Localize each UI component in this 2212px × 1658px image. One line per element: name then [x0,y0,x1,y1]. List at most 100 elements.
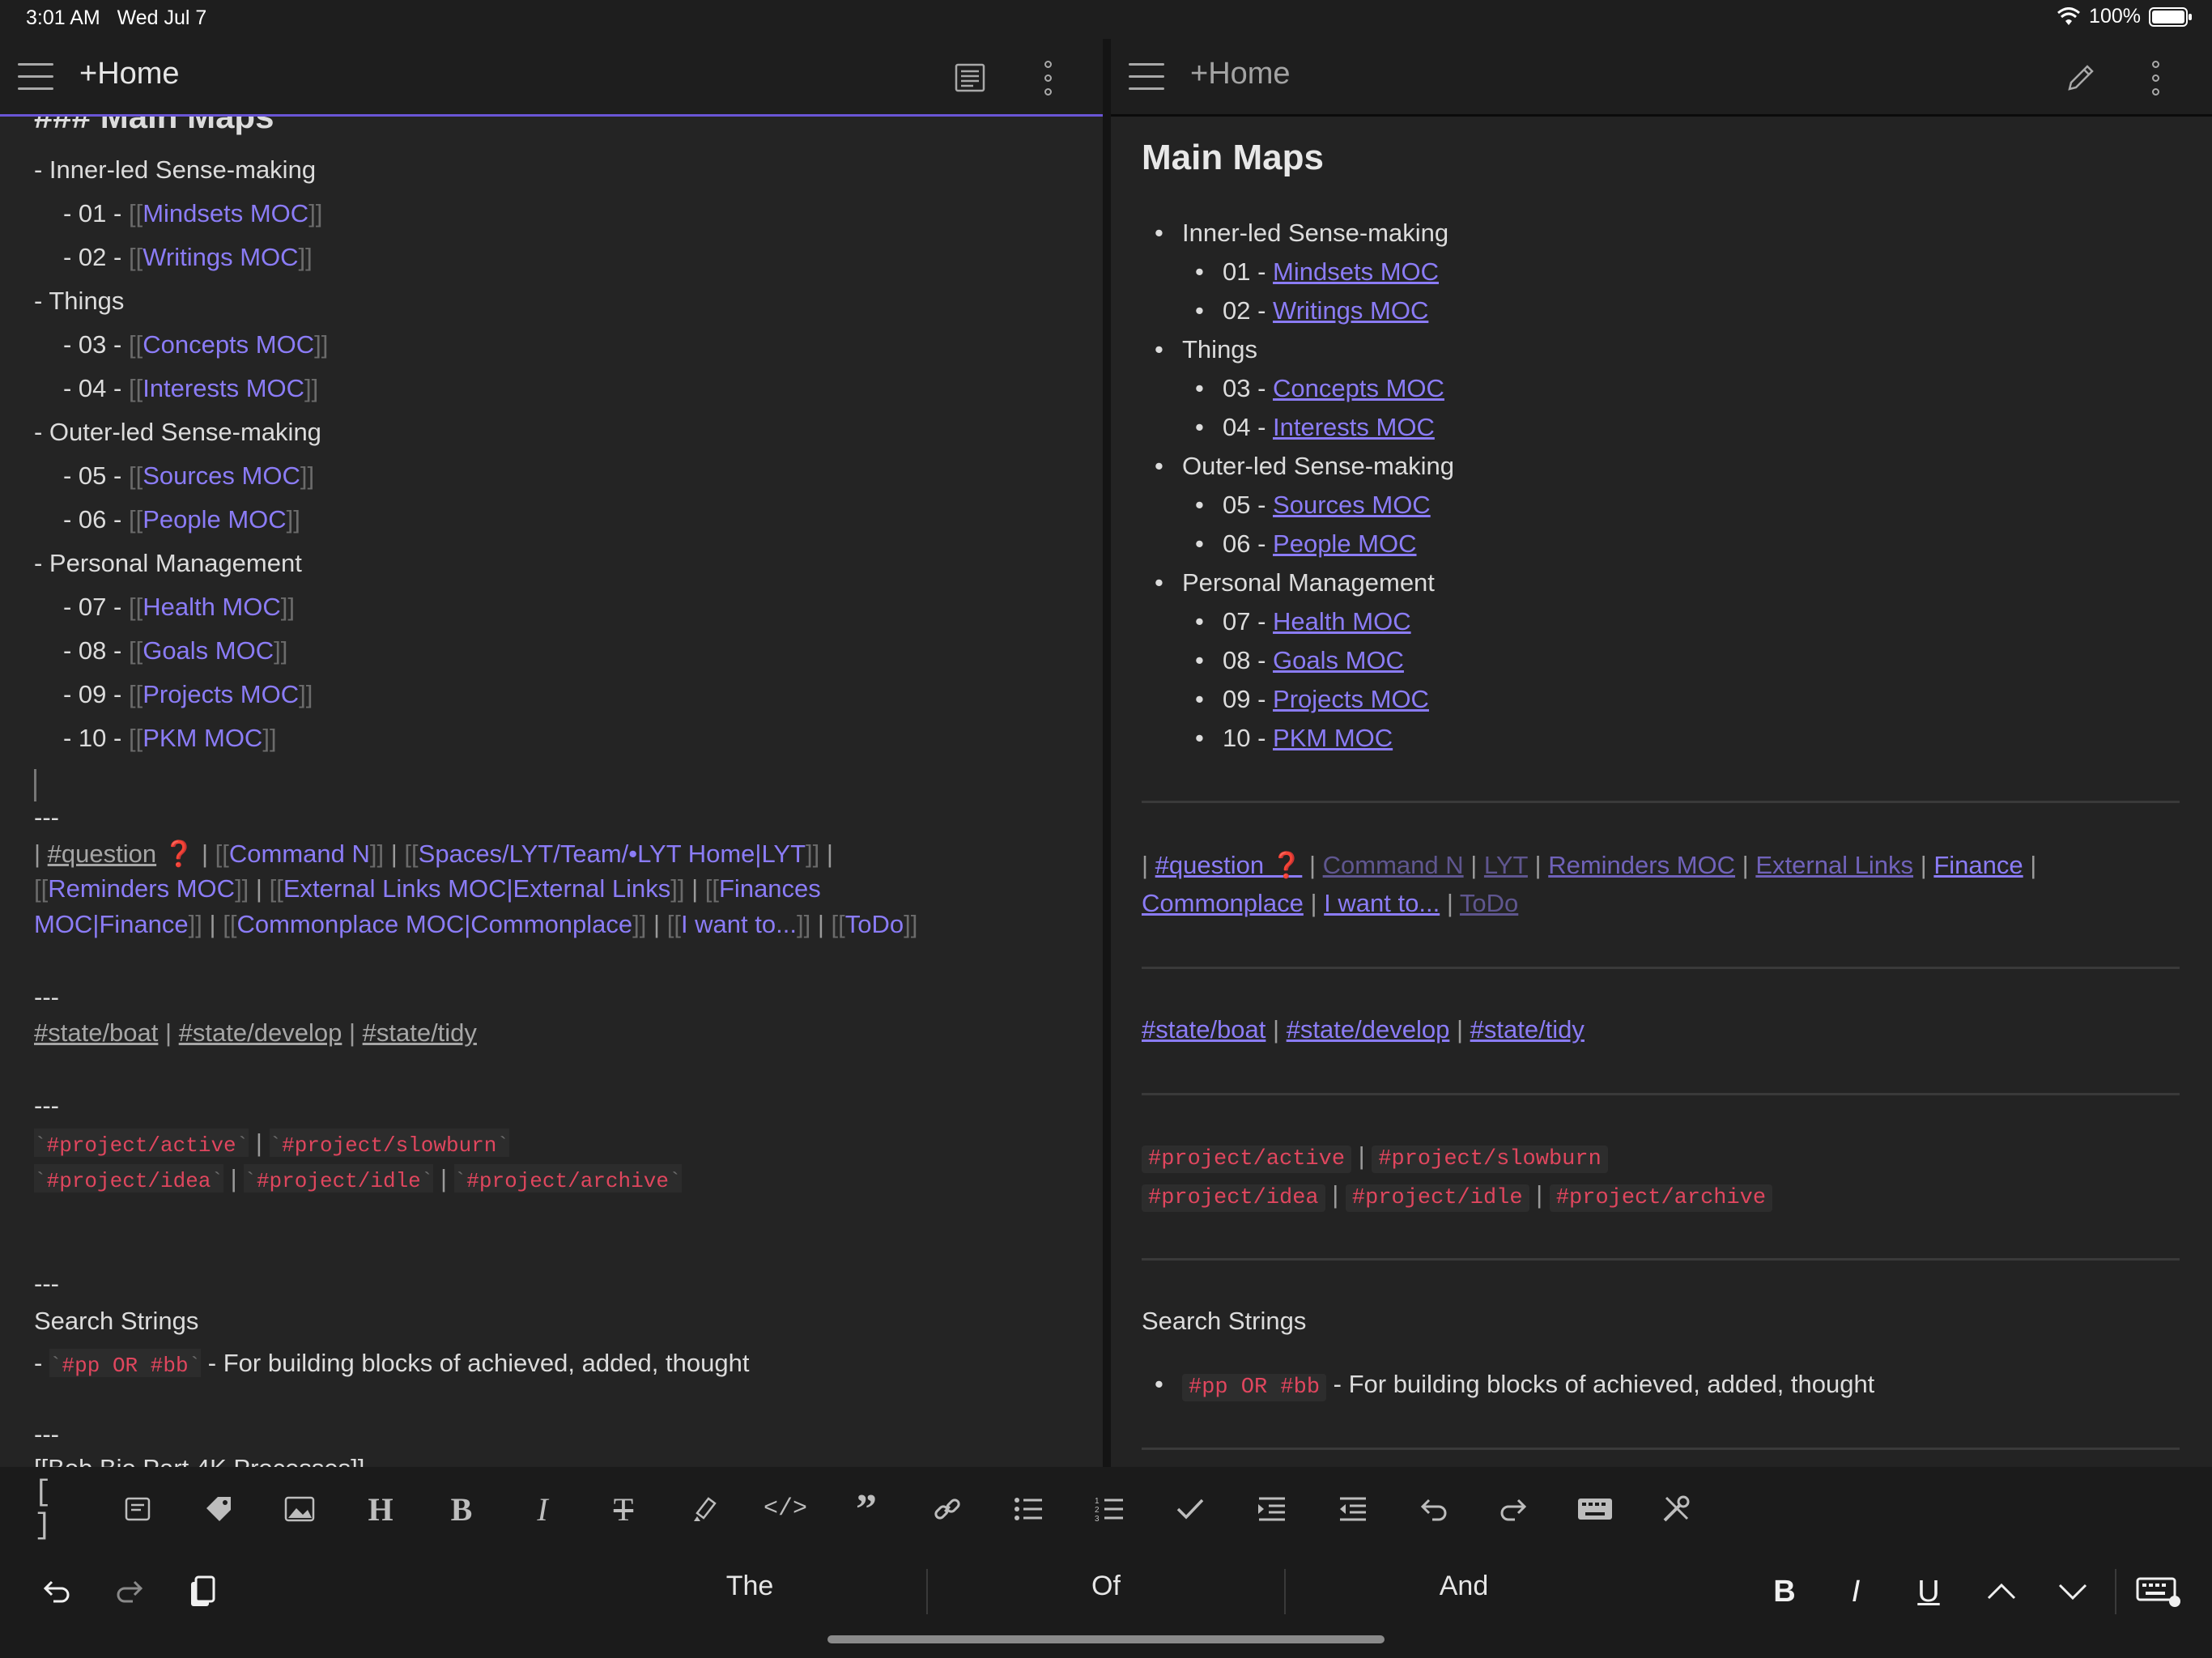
suggestion-2[interactable]: Of [928,1571,1284,1602]
brackets-icon[interactable]: [ ] [34,1486,79,1532]
template-icon[interactable] [115,1486,160,1532]
outdent-icon[interactable] [1329,1486,1375,1532]
tag-link[interactable]: #state/boat [1142,1015,1266,1044]
wiki-link[interactable]: Finances [719,874,821,903]
internal-link[interactable]: Sources MOC [1273,491,1431,519]
tag-link[interactable]: #state/boat [34,1018,158,1047]
wiki-link[interactable]: ToDo [845,910,904,938]
numbered-list-icon[interactable]: 123 [1087,1486,1132,1532]
wiki-link[interactable]: People MOC [143,505,286,534]
undo-icon[interactable] [32,1567,81,1616]
internal-link[interactable]: ToDo [1460,889,1518,917]
wiki-link[interactable]: MOC|Finance [34,910,189,938]
wiki-link[interactable]: Projects MOC [143,680,299,708]
chevron-down-icon[interactable] [2048,1567,2097,1616]
wiki-link[interactable]: Concepts MOC [143,330,314,359]
internal-link[interactable]: Command N [1323,851,1464,879]
internal-link[interactable]: LYT [1484,851,1528,879]
status-bar: 3:01 AM Wed Jul 7 100% [0,0,2212,39]
wiki-link[interactable]: I want to... [681,910,797,938]
italic-icon[interactable]: I [520,1486,565,1532]
keyboard-icon[interactable] [1572,1486,1618,1532]
tag-link[interactable]: #state/develop [1287,1015,1450,1044]
redo-icon[interactable] [1491,1486,1537,1532]
keyboard-dismiss-icon[interactable] [2134,1567,2183,1616]
image-icon[interactable] [277,1486,322,1532]
list-item: 03 - Concepts MOC [1223,374,1444,403]
tag-icon[interactable] [196,1486,241,1532]
internal-link[interactable]: I want to... [1324,889,1440,917]
internal-link[interactable]: Reminders MOC [1548,851,1735,879]
bold-icon[interactable]: B [439,1486,484,1532]
undo-icon[interactable] [1410,1486,1456,1532]
chevron-up-icon[interactable] [1977,1567,2026,1616]
internal-link[interactable]: Commonplace [1142,889,1304,917]
wiki-link[interactable]: Reminders MOC [48,874,235,903]
preview-content[interactable]: Main Maps Inner-led Sense-making 01 - Mi… [1111,117,2212,1467]
list-item: 06 - People MOC [1223,529,1417,559]
tag-link[interactable]: #state/tidy [363,1018,477,1047]
more-options-icon[interactable] [1025,55,1070,100]
checkbox-icon[interactable] [1168,1486,1213,1532]
internal-link[interactable]: Finance [1933,851,2023,879]
internal-link[interactable]: Writings MOC [1273,296,1428,325]
internal-link[interactable]: Concepts MOC [1273,374,1444,402]
internal-link[interactable]: PKM MOC [1273,724,1393,752]
quote-icon[interactable]: ” [844,1486,889,1532]
tools-icon[interactable] [1653,1486,1699,1532]
internal-link[interactable]: Interests MOC [1273,413,1435,441]
suggestion-1[interactable]: The [572,1571,928,1602]
wiki-link[interactable]: Command N [229,840,370,868]
internal-link[interactable]: Goals MOC [1273,646,1404,674]
editor-content[interactable]: ### Main Maps - Inner-led Sense-making -… [0,117,1103,1467]
code-icon[interactable]: </> [763,1486,808,1532]
edit-pencil-icon[interactable] [2058,55,2104,100]
home-indicator[interactable] [827,1635,1385,1643]
redo-icon[interactable] [105,1567,154,1616]
pane-divider[interactable] [1103,39,1111,1467]
list-item: - 10 - [[PKM MOC]] [63,724,277,753]
menu-icon[interactable] [18,63,53,91]
nav-line: MOC|Finance]] | [[Commonplace MOC|Common… [34,910,917,939]
italic-icon[interactable]: I [1831,1567,1880,1616]
bulleted-list-icon[interactable] [1006,1486,1051,1532]
wiki-link[interactable]: PKM MOC [143,724,262,752]
tag-link[interactable]: #question [48,840,156,868]
wiki-link[interactable]: Writings MOC [143,243,298,271]
wiki-link[interactable]: Commonplace MOC|Commonplace [236,910,632,938]
tag-link[interactable]: #state/tidy [1470,1015,1585,1044]
wiki-link[interactable]: Sources MOC [143,461,300,490]
tag-link[interactable]: #state/develop [179,1018,342,1047]
more-options-icon[interactable] [2133,55,2178,100]
inline-code: #project/idea [47,1169,211,1193]
horizontal-rule-mark: --- [34,1420,59,1449]
indent-icon[interactable] [1249,1486,1294,1532]
highlight-icon[interactable] [682,1486,727,1532]
list-item: - 08 - [[Goals MOC]] [63,636,287,665]
internal-link[interactable]: Health MOC [1273,607,1411,636]
suggestion-3[interactable]: And [1286,1571,1642,1602]
internal-link[interactable]: External Links [1755,851,1913,879]
wiki-link[interactable]: Interests MOC [143,374,304,402]
tag-link[interactable]: #question ❓ [1155,851,1303,879]
underline-icon[interactable]: U [1904,1567,1953,1616]
wiki-link[interactable]: Goals MOC [143,636,274,665]
status-time: 3:01 AM Wed Jul 7 [26,6,206,30]
reading-view-icon[interactable] [947,55,993,100]
internal-link[interactable]: People MOC [1273,529,1416,558]
strikethrough-icon[interactable]: T [601,1486,646,1532]
link-icon[interactable] [925,1486,970,1532]
wiki-link[interactable]: [[Bob Bio Part 4K Processes]] [34,1454,364,1467]
internal-link[interactable]: Projects MOC [1273,685,1429,713]
clipboard-icon[interactable] [178,1567,227,1616]
internal-link[interactable]: Mindsets MOC [1273,257,1439,286]
bold-icon[interactable]: B [1760,1567,1809,1616]
state-tags: #state/boat | #state/develop | #state/ti… [34,1018,477,1048]
list-item: 04 - Interests MOC [1223,413,1435,442]
wiki-link[interactable]: Health MOC [143,593,281,621]
wiki-link[interactable]: Spaces/LYT/Team/•LYT Home|LYT [419,840,806,868]
wiki-link[interactable]: External Links MOC|External Links [283,874,670,903]
menu-icon[interactable] [1129,63,1164,91]
wiki-link[interactable]: Mindsets MOC [143,199,308,227]
heading-icon[interactable]: H [358,1486,403,1532]
